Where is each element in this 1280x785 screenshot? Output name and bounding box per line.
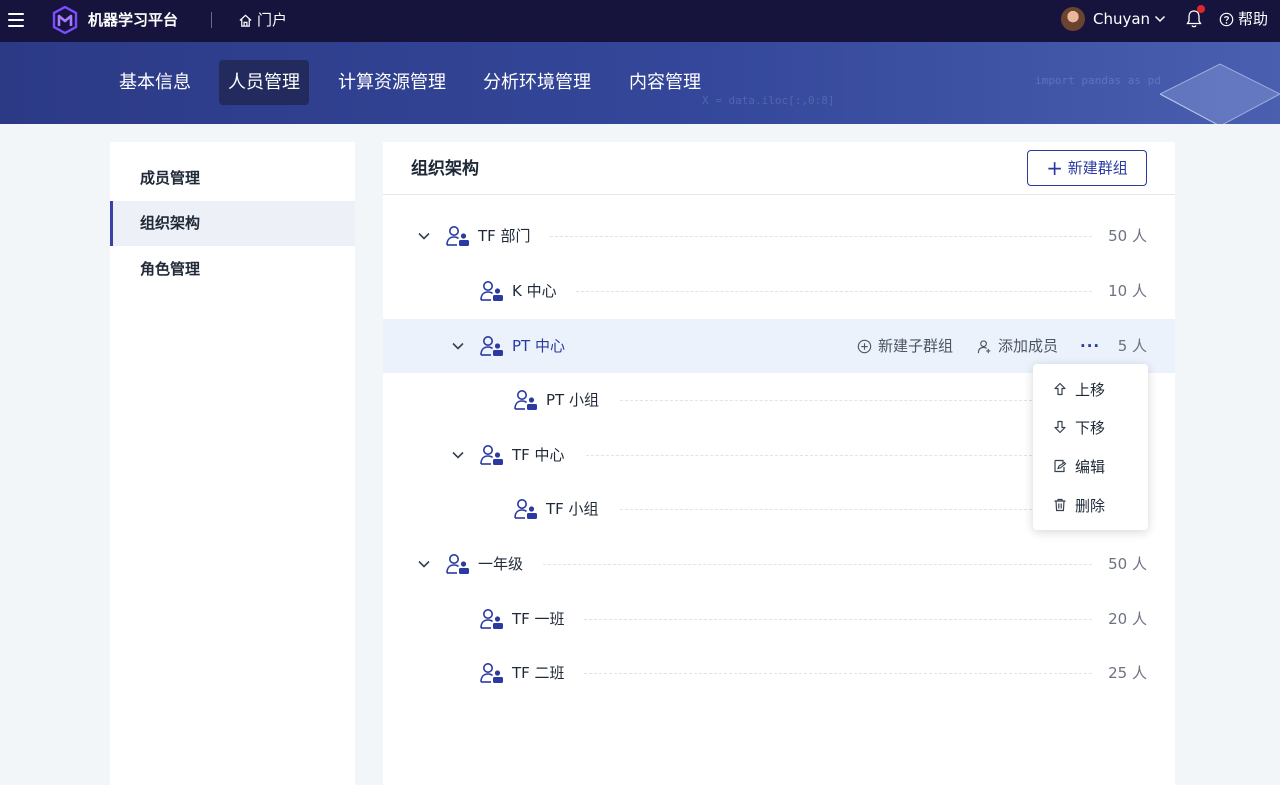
nav-tab-analysis-env[interactable]: 分析环境管理 bbox=[474, 60, 600, 105]
tree-row-tf-class-one[interactable]: TF 一班 20 人 bbox=[383, 592, 1175, 646]
chevron-down-icon[interactable] bbox=[416, 556, 432, 572]
more-icon[interactable]: ··· bbox=[1080, 335, 1100, 357]
tree-row-tf-class-two[interactable]: TF 二班 25 人 bbox=[383, 646, 1175, 700]
top-bar: 机器学习平台 门户 Chuyan 帮助 bbox=[0, 0, 1280, 42]
group-icon bbox=[480, 281, 503, 301]
menu-item-label: 删除 bbox=[1075, 496, 1106, 515]
node-name: 一年级 bbox=[478, 555, 524, 573]
group-icon bbox=[480, 609, 503, 629]
chevron-down-icon[interactable] bbox=[416, 228, 432, 244]
group-icon bbox=[514, 390, 537, 410]
avatar[interactable] bbox=[1061, 7, 1085, 31]
node-name: TF 中心 bbox=[512, 446, 565, 464]
more-actions-dropdown: 上移 下移 编辑 删除 bbox=[1033, 364, 1148, 530]
arrow-down-icon bbox=[1054, 420, 1066, 434]
node-name: PT 中心 bbox=[512, 337, 565, 355]
tree-row-tf-dept[interactable]: TF 部门 50 人 bbox=[383, 209, 1175, 263]
sidebar-item-members[interactable]: 成员管理 bbox=[110, 156, 355, 201]
logo-icon bbox=[52, 6, 78, 34]
group-icon bbox=[480, 336, 503, 356]
node-name: PT 小组 bbox=[546, 391, 599, 409]
node-name: TF 二班 bbox=[512, 664, 565, 682]
group-icon bbox=[446, 226, 469, 246]
new-subgroup-action[interactable]: 新建子群组 bbox=[857, 335, 953, 357]
nav-tab-compute-resources[interactable]: 计算资源管理 bbox=[329, 60, 455, 105]
member-count: 5 人 bbox=[1117, 337, 1147, 355]
dash-leader bbox=[620, 509, 1032, 510]
node-name: TF 一班 bbox=[512, 610, 565, 628]
dash-leader bbox=[576, 291, 1092, 292]
trash-icon bbox=[1054, 498, 1066, 512]
user-menu[interactable]: Chuyan bbox=[1093, 9, 1166, 29]
member-count: 50 人 bbox=[1108, 555, 1147, 573]
menu-item-edit[interactable]: 编辑 bbox=[1033, 447, 1148, 485]
add-member-label: 添加成员 bbox=[998, 337, 1059, 355]
menu-item-label: 上移 bbox=[1075, 380, 1106, 399]
menu-icon[interactable] bbox=[6, 9, 26, 31]
dash-leader bbox=[584, 673, 1092, 674]
help-icon bbox=[1219, 12, 1234, 26]
banner-code-text: import pandas as pd bbox=[1035, 74, 1161, 87]
dash-leader bbox=[620, 400, 1032, 401]
plus-circle-icon bbox=[857, 339, 872, 353]
home-icon bbox=[239, 14, 252, 27]
nav-tab-basic-info[interactable]: 基本信息 bbox=[110, 60, 200, 105]
member-count: 50 人 bbox=[1108, 227, 1147, 245]
help-label: 帮助 bbox=[1238, 10, 1269, 28]
nav-tab-content[interactable]: 内容管理 bbox=[620, 60, 710, 105]
tree-row-grade-one[interactable]: 一年级 50 人 bbox=[383, 537, 1175, 591]
notification-badge bbox=[1197, 5, 1205, 13]
node-name: TF 小组 bbox=[546, 500, 599, 518]
menu-item-label: 下移 bbox=[1075, 418, 1106, 437]
member-count: 25 人 bbox=[1108, 664, 1147, 682]
app-title: 机器学习平台 bbox=[88, 11, 179, 29]
arrow-up-icon bbox=[1054, 382, 1066, 396]
user-name: Chuyan bbox=[1093, 10, 1151, 28]
new-group-label: 新建群组 bbox=[1067, 159, 1128, 177]
add-member-action[interactable]: 添加成员 bbox=[977, 335, 1058, 357]
menu-item-delete[interactable]: 删除 bbox=[1033, 486, 1148, 524]
member-count: 20 人 bbox=[1108, 610, 1147, 628]
panel-divider bbox=[383, 194, 1175, 195]
group-icon bbox=[480, 445, 503, 465]
user-add-icon bbox=[977, 339, 991, 353]
chevron-down-icon[interactable] bbox=[450, 338, 466, 354]
group-icon bbox=[446, 554, 469, 574]
new-subgroup-label: 新建子群组 bbox=[878, 337, 954, 355]
topbar-divider bbox=[211, 12, 212, 28]
portal-label: 门户 bbox=[257, 11, 288, 29]
node-name: K 中心 bbox=[512, 282, 557, 300]
menu-item-label: 编辑 bbox=[1075, 457, 1106, 476]
menu-item-move-up[interactable]: 上移 bbox=[1033, 370, 1148, 408]
dash-leader bbox=[543, 564, 1092, 565]
group-icon bbox=[514, 499, 537, 519]
chevron-down-icon[interactable] bbox=[450, 447, 466, 463]
menu-item-move-down[interactable]: 下移 bbox=[1033, 408, 1148, 446]
new-group-button[interactable]: + 新建群组 bbox=[1027, 150, 1147, 186]
sidebar-item-org-structure[interactable]: 组织架构 bbox=[110, 201, 355, 246]
dash-leader bbox=[586, 455, 1032, 456]
dash-leader bbox=[584, 619, 1092, 620]
help-link[interactable]: 帮助 bbox=[1219, 9, 1268, 29]
member-count: 10 人 bbox=[1108, 282, 1147, 300]
nav-tab-personnel[interactable]: 人员管理 bbox=[219, 60, 309, 105]
edit-icon bbox=[1054, 459, 1067, 473]
banner-cube-graphic bbox=[1160, 63, 1280, 124]
banner-code-text: X = data.iloc[:,0:8] bbox=[702, 94, 835, 107]
group-icon bbox=[480, 663, 503, 683]
tree-row-k-center[interactable]: K 中心 10 人 bbox=[383, 264, 1175, 318]
sidebar: 成员管理 组织架构 角色管理 bbox=[110, 142, 355, 785]
node-name: TF 部门 bbox=[478, 227, 531, 245]
dash-leader bbox=[550, 236, 1092, 237]
plus-icon: + bbox=[1046, 156, 1063, 180]
portal-link[interactable]: 门户 bbox=[238, 10, 287, 30]
sidebar-item-roles[interactable]: 角色管理 bbox=[110, 247, 355, 292]
chevron-down-icon bbox=[1155, 15, 1166, 23]
banner: import pandas as pd X = data.iloc[:,0:8]… bbox=[0, 42, 1280, 124]
page-title: 组织架构 bbox=[411, 159, 479, 179]
